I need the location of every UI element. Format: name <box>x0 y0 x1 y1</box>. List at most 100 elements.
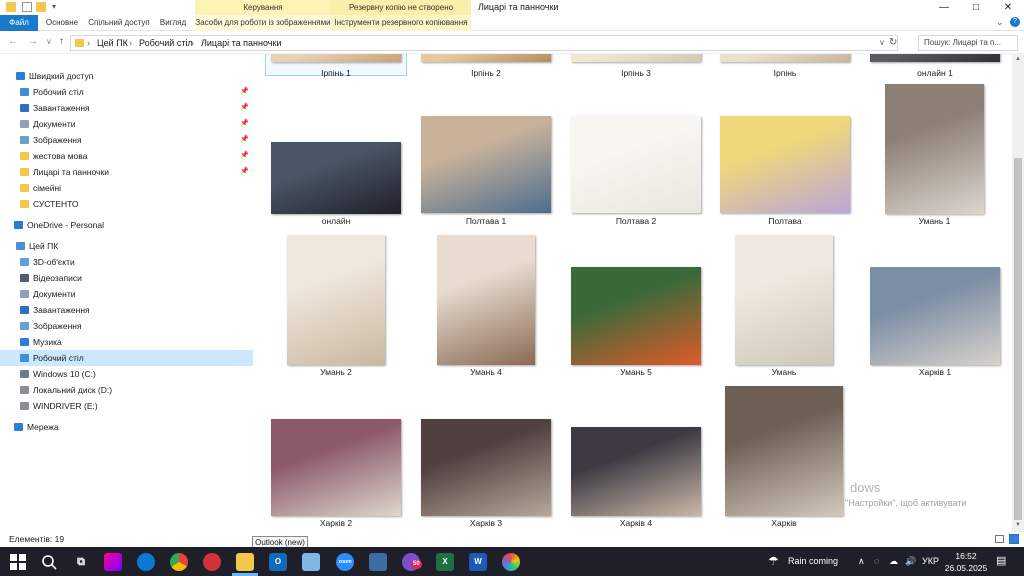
photo-thumbnail[interactable] <box>720 116 850 213</box>
address-bar[interactable]: › Цей ПК › Робочий стіл › Лицарі та панн… <box>70 35 898 51</box>
file-name-label[interactable]: Харків 2 <box>266 518 406 528</box>
excel-icon[interactable]: X <box>436 553 454 571</box>
tab-home[interactable]: Основне <box>40 15 84 31</box>
sidebar-item[interactable]: OneDrive - Personal <box>0 217 253 233</box>
photo-thumbnail[interactable] <box>271 419 401 516</box>
file-name-label[interactable]: Умань <box>714 367 854 377</box>
sidebar-item[interactable]: Завантаження <box>0 302 253 318</box>
language-indicator[interactable]: УКР <box>922 547 939 576</box>
file-name-label[interactable]: Полтава 2 <box>566 216 706 226</box>
new-folder-icon[interactable] <box>36 2 46 12</box>
sidebar-item[interactable]: Локальний диск (D:) <box>0 382 253 398</box>
sidebar-item[interactable]: Цей ПК <box>0 238 253 254</box>
search-icon[interactable] <box>40 553 58 571</box>
tab-file[interactable]: Файл <box>0 15 38 31</box>
weather-text[interactable]: Rain coming <box>788 547 838 576</box>
photo-thumbnail[interactable] <box>870 267 1000 365</box>
sidebar-item[interactable]: Документи <box>0 286 253 302</box>
file-explorer-icon[interactable] <box>236 553 254 571</box>
photo-thumbnail[interactable] <box>571 54 701 62</box>
pin-icon[interactable]: 📌 <box>240 148 249 164</box>
mail-icon[interactable] <box>302 553 320 571</box>
maximize-button[interactable]: □ <box>960 0 992 15</box>
photo-thumbnail[interactable] <box>287 235 385 365</box>
scroll-up-icon[interactable]: ▲ <box>1015 56 1021 62</box>
refresh-icon[interactable]: ↻ <box>889 37 897 48</box>
photo-thumbnail[interactable] <box>720 54 850 62</box>
pin-icon[interactable]: 📌 <box>240 116 249 132</box>
photo-thumbnail[interactable] <box>421 116 551 213</box>
photos-icon[interactable] <box>502 553 520 571</box>
notification-tray-icon[interactable]: ◌ <box>874 547 879 576</box>
sidebar-item[interactable]: Відеозаписи <box>0 270 253 286</box>
tab-share[interactable]: Спільний доступ <box>86 15 152 31</box>
outlook-icon[interactable]: O <box>269 553 287 571</box>
sidebar-item[interactable]: Документи 📌 <box>0 116 253 132</box>
tab-picture-tools[interactable]: Засоби для роботи із зображеннями <box>195 15 331 31</box>
file-name-label[interactable]: Умань 2 <box>266 367 406 377</box>
task-view-icon[interactable]: ⧉ <box>72 553 90 571</box>
sidebar-item[interactable]: Музика <box>0 334 253 350</box>
photo-thumbnail[interactable] <box>870 54 1000 62</box>
forward-button[interactable]: → <box>28 36 38 47</box>
sidebar-item[interactable]: жестова мова 📌 <box>0 148 253 164</box>
breadcrumb-desktop[interactable]: Робочий стіл <box>139 38 193 48</box>
customize-quick-access-icon[interactable]: ▾ <box>52 2 62 12</box>
copilot-icon[interactable] <box>104 553 122 571</box>
file-name-label[interactable]: Умань 1 <box>865 216 1005 226</box>
sidebar-item[interactable]: Зображення 📌 <box>0 132 253 148</box>
photo-thumbnail[interactable] <box>271 54 401 62</box>
file-name-label[interactable]: онлайн <box>266 216 406 226</box>
cloud-icon[interactable]: ☁ <box>889 547 898 576</box>
photo-thumbnail[interactable] <box>571 116 701 213</box>
details-view-icon[interactable] <box>995 535 1004 543</box>
file-name-label[interactable]: Полтава <box>715 216 855 226</box>
file-name-label[interactable]: Умань 4 <box>416 367 556 377</box>
zoom-icon[interactable]: zoom <box>336 553 354 571</box>
breadcrumb-this-pc[interactable]: Цей ПК <box>97 38 128 48</box>
file-name-label[interactable]: Ірпінь <box>715 68 855 78</box>
file-name-label[interactable]: Харків <box>714 518 854 528</box>
edge-browser-icon[interactable] <box>137 553 155 571</box>
sidebar-item[interactable]: 3D-об'єкти <box>0 254 253 270</box>
pin-icon[interactable]: 📌 <box>240 84 249 100</box>
sidebar-item[interactable]: Windows 10 (C:) <box>0 366 253 382</box>
sidebar-item[interactable]: Лицарі та панночки 📌 <box>0 164 253 180</box>
sidebar-item[interactable]: Швидкий доступ <box>0 68 253 84</box>
up-button[interactable]: ↑ <box>59 36 64 47</box>
sidebar-item[interactable]: сімейні <box>0 180 253 196</box>
sidebar-item[interactable]: Робочий стіл 📌 <box>0 84 253 100</box>
file-name-label[interactable]: Ірпінь 1 <box>266 68 406 78</box>
viber-icon[interactable]: 50 <box>402 553 422 571</box>
file-name-label[interactable]: Умань 5 <box>566 367 706 377</box>
tab-view[interactable]: Вигляд <box>154 15 192 31</box>
photo-thumbnail[interactable] <box>885 84 984 214</box>
file-name-label[interactable]: Харків 4 <box>566 518 706 528</box>
tab-backup-tools[interactable]: Інструменти резервного копіювання <box>331 15 471 31</box>
calculator-icon[interactable] <box>369 553 387 571</box>
properties-icon[interactable] <box>22 2 32 12</box>
photo-thumbnail[interactable] <box>571 267 701 365</box>
sidebar-item[interactable]: Зображення <box>0 318 253 334</box>
close-button[interactable]: ✕ <box>992 0 1024 15</box>
action-center-icon[interactable]: ▤ <box>996 547 1006 576</box>
start-windows-icon[interactable] <box>10 554 26 570</box>
file-name-label[interactable]: Ірпінь 2 <box>416 68 556 78</box>
file-name-label[interactable]: онлайн 1 <box>865 68 1005 78</box>
pin-icon[interactable]: 📌 <box>240 164 249 180</box>
scrollbar-thumb[interactable] <box>1014 158 1022 520</box>
search-input[interactable]: Пошук: Лицарі та п... <box>918 35 1018 51</box>
weather-icon[interactable]: ☂ <box>768 547 779 576</box>
photo-thumbnail[interactable] <box>437 235 535 365</box>
minimize-button[interactable]: — <box>928 0 960 15</box>
sidebar-item[interactable]: Завантаження 📌 <box>0 100 253 116</box>
sidebar-item[interactable]: Робочий стіл <box>0 350 253 366</box>
file-name-label[interactable]: Полтава 1 <box>416 216 556 226</box>
pin-icon[interactable]: 📌 <box>240 132 249 148</box>
vertical-scrollbar[interactable]: ▲ ▼ <box>1012 54 1024 532</box>
browser-profile-icon[interactable] <box>203 553 221 571</box>
scroll-down-icon[interactable]: ▼ <box>1015 522 1021 528</box>
file-name-label[interactable]: Харків 1 <box>865 367 1005 377</box>
expand-ribbon-icon[interactable]: ⌄ <box>996 17 1004 28</box>
sidebar-item[interactable]: WINDRIVER (E:) <box>0 398 253 414</box>
